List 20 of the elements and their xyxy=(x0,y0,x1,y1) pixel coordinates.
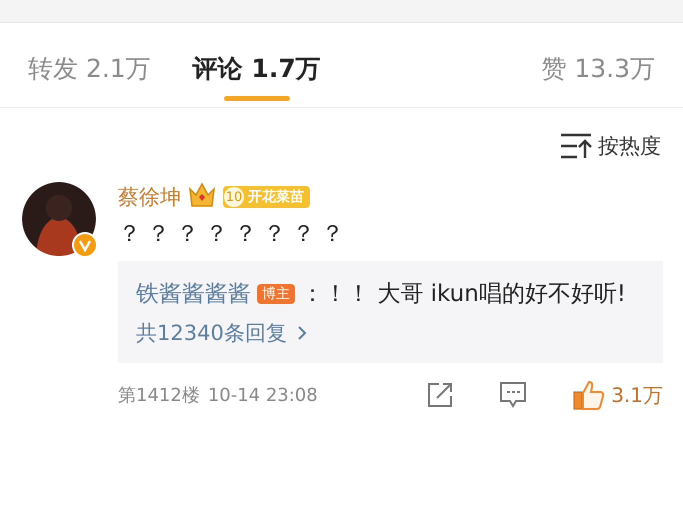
tab[interactable]: 评论 1.7万 xyxy=(192,46,321,84)
active-tab-indicator xyxy=(224,96,290,100)
tab[interactable]: 转发 2.1万 xyxy=(28,46,151,84)
view-replies-link[interactable]: 共12340条回复 xyxy=(136,319,645,347)
tab[interactable]: 赞 13.3万 xyxy=(541,46,655,84)
avatar[interactable] xyxy=(22,182,96,256)
share-icon[interactable] xyxy=(427,382,454,408)
floor-number: 第1412楼 xyxy=(118,384,200,407)
fan-level-badge: 10 开花菜苗 xyxy=(223,186,310,208)
author-name[interactable]: 蔡徐坤 xyxy=(118,183,181,211)
reply-text: ：！！ 大哥 ikun唱的好不好听! xyxy=(301,281,626,307)
sort-icon xyxy=(560,132,594,160)
sort-button[interactable]: 按热度 xyxy=(560,132,661,160)
like-button[interactable]: 3.1万 xyxy=(573,380,663,410)
reply-author[interactable]: 铁酱酱酱酱 xyxy=(136,281,251,307)
comment-text: ？？？？？？？？ xyxy=(118,220,351,249)
comment-icon[interactable] xyxy=(499,381,528,409)
author-badge: 博主 xyxy=(257,284,295,304)
timestamp: 10-14 23:08 xyxy=(208,384,318,406)
crown-icon xyxy=(187,181,217,209)
